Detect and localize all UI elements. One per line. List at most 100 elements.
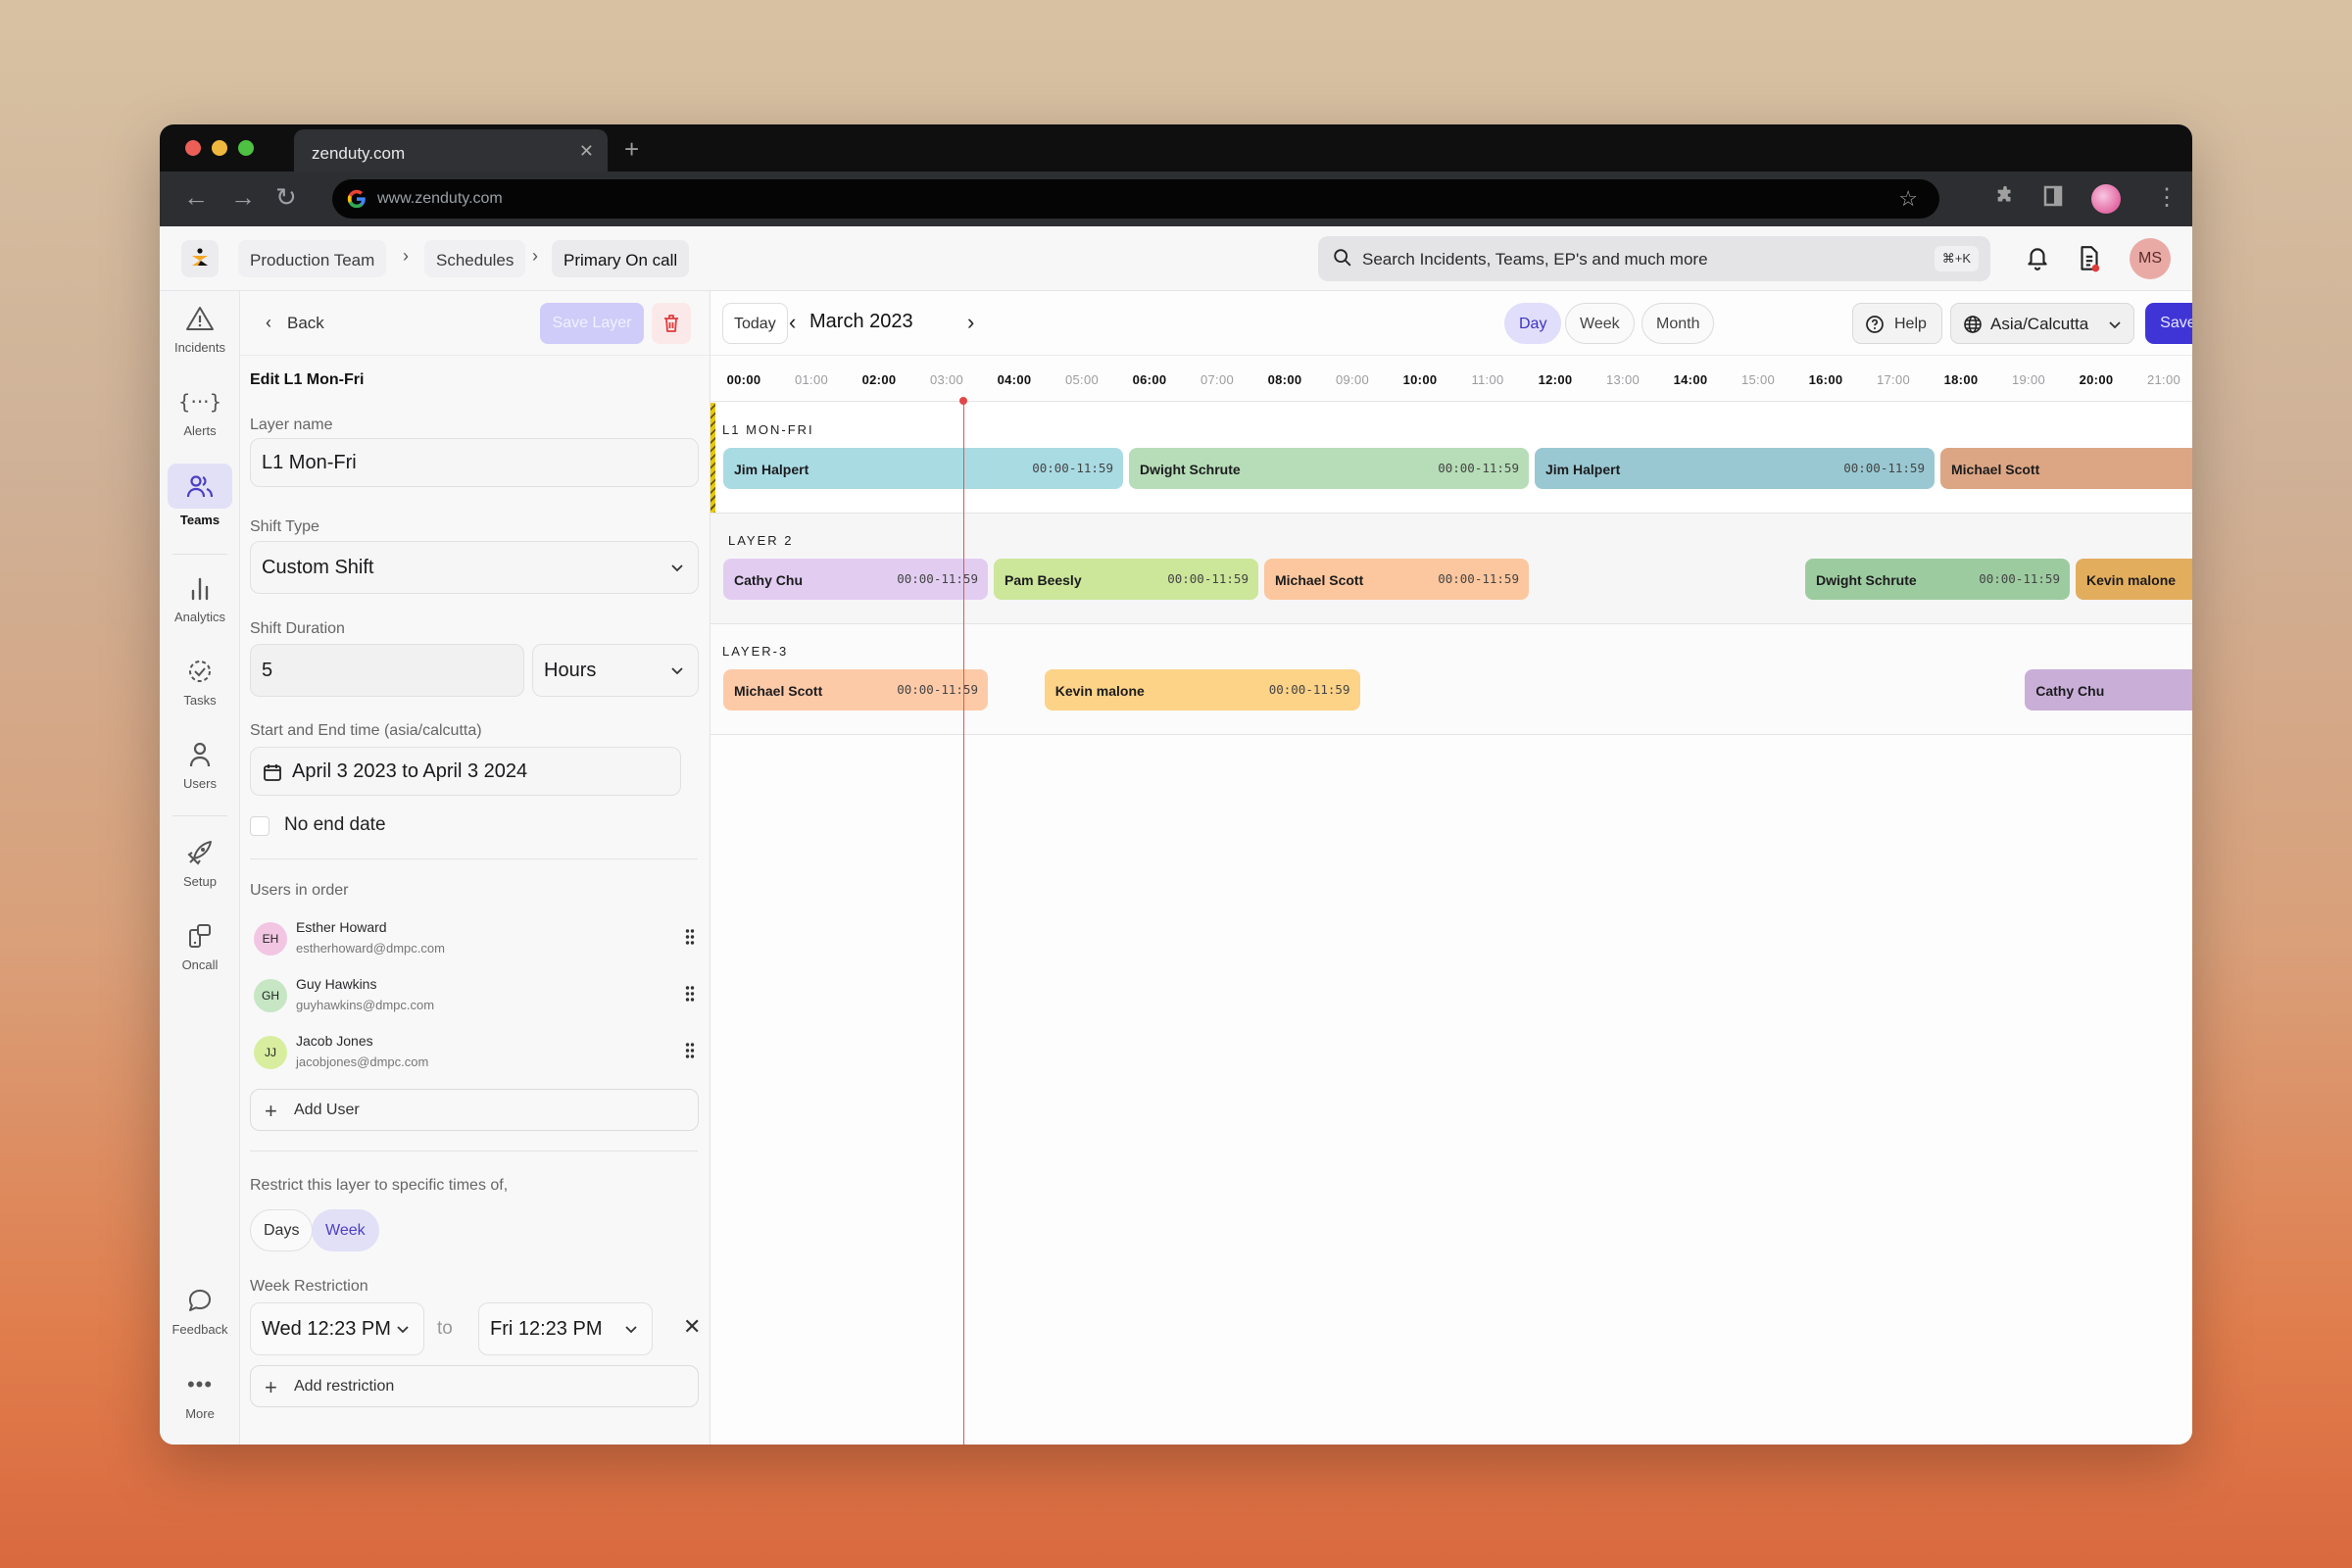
maximize-window-button[interactable] bbox=[238, 140, 254, 156]
shift-block[interactable]: Cathy Chu00:00-11:59 bbox=[2025, 669, 2192, 710]
nav-setup[interactable]: Setup bbox=[168, 835, 232, 889]
hour-tick-label: 02:00 bbox=[861, 372, 897, 387]
shift-assignee: Dwight Schrute bbox=[1816, 572, 1917, 588]
new-tab-icon[interactable]: + bbox=[624, 134, 639, 165]
hour-tick-label: 09:00 bbox=[1335, 372, 1370, 387]
view-month-button[interactable]: Month bbox=[1642, 303, 1715, 344]
today-button[interactable]: Today bbox=[722, 303, 788, 344]
oncall-icon bbox=[189, 924, 211, 948]
breadcrumb-primary-on-call[interactable]: Primary On call bbox=[552, 240, 690, 277]
user-list-item[interactable]: EH Esther Howard estherhoward@dmpc.com bbox=[254, 914, 695, 969]
search-icon bbox=[1334, 249, 1351, 267]
view-day-button[interactable]: Day bbox=[1504, 303, 1562, 344]
nav-incidents[interactable]: Incidents bbox=[168, 301, 232, 355]
shift-block[interactable]: Kevin malone00:00-11:59 bbox=[2076, 559, 2192, 600]
layer-name-input[interactable]: L1 Mon-Fri bbox=[250, 438, 699, 487]
shift-type-label: Shift Type bbox=[250, 518, 319, 535]
minimize-window-button[interactable] bbox=[212, 140, 227, 156]
breadcrumb-production-team[interactable]: Production Team bbox=[238, 240, 387, 277]
nav-alerts[interactable]: {···} Alerts bbox=[168, 384, 232, 438]
schedule-layer[interactable]: L1 MON-FRI Jim Halpert 00:00-11:59 Dwight S… bbox=[710, 403, 2192, 514]
shift-block[interactable]: Jim Halpert 00:00-11:59 bbox=[723, 448, 1123, 489]
shift-duration-input[interactable]: 5 bbox=[250, 644, 524, 697]
shift-block[interactable]: Cathy Chu00:00-11:59 bbox=[723, 559, 988, 600]
bookmark-star-icon[interactable]: ☆ bbox=[1898, 186, 1918, 212]
add-restriction-button[interactable]: + Add restriction bbox=[250, 1365, 699, 1407]
nav-label: More bbox=[185, 1406, 215, 1421]
no-end-date-checkbox[interactable] bbox=[250, 816, 270, 836]
zenduty-logo-icon bbox=[192, 248, 208, 266]
warning-icon bbox=[186, 307, 214, 330]
chevron-right-icon: › bbox=[532, 246, 538, 266]
time-ruler: 00:00 01:00 02:00 03:00 04:00 05:00 06:00 07:00… bbox=[710, 356, 2192, 402]
browser-profile-avatar[interactable] bbox=[2091, 184, 2121, 214]
add-user-button[interactable]: + Add User bbox=[250, 1089, 699, 1131]
drag-handle-icon[interactable] bbox=[685, 928, 695, 946]
save-schedules-button[interactable]: Save Schedules bbox=[2145, 303, 2192, 344]
next-month-icon[interactable]: › bbox=[967, 310, 974, 335]
global-search-input[interactable]: Search Incidents, Teams, EP's and much m… bbox=[1318, 236, 1990, 281]
schedule-layer[interactable]: LAYER-3 Michael Scott 00:00-11:59 Kevin mal… bbox=[710, 624, 2192, 735]
view-week-button[interactable]: Week bbox=[1565, 303, 1635, 344]
shift-block[interactable]: Pam Beesly 00:00-11:59 bbox=[994, 559, 1258, 600]
shift-block[interactable]: Dwight Schrute 00:00-11:59 bbox=[1805, 559, 2070, 600]
user-avatar[interactable]: MS bbox=[2130, 238, 2171, 279]
shift-block[interactable]: Michael Scott00:00-11:59 bbox=[1264, 559, 1529, 600]
restriction-to-select[interactable]: Fri 12:23 PM bbox=[478, 1302, 653, 1355]
back-button[interactable]: ‹ Back bbox=[266, 313, 324, 333]
nav-oncall[interactable]: Oncall bbox=[168, 918, 232, 972]
drag-handle-icon[interactable] bbox=[685, 1042, 695, 1059]
shift-block[interactable]: Dwight Schrute 00:00-11:59 bbox=[1129, 448, 1529, 489]
date-range-input[interactable]: April 3 2023 to April 3 2024 bbox=[250, 747, 681, 796]
browser-tab-bar: zenduty.com ✕ + bbox=[160, 124, 2192, 172]
nav-teams[interactable]: Teams bbox=[168, 464, 232, 527]
shift-type-select[interactable]: Custom Shift bbox=[250, 541, 699, 594]
shift-block[interactable]: Michael Scott00:00-11:59 bbox=[723, 669, 988, 710]
close-window-button[interactable] bbox=[185, 140, 201, 156]
shift-block[interactable]: Kevin malone00:00-11:59 bbox=[1044, 669, 1360, 710]
nav-tasks[interactable]: Tasks bbox=[168, 654, 232, 708]
side-panel-icon[interactable] bbox=[2043, 185, 2063, 213]
shift-block[interactable]: Jim Halpert 00:00-11:59 bbox=[1535, 448, 1935, 489]
user-icon bbox=[189, 742, 211, 767]
shift-duration-unit: Hours bbox=[544, 659, 597, 681]
previous-month-icon[interactable]: ‹ bbox=[789, 310, 796, 335]
changelog-document-icon[interactable] bbox=[2077, 244, 2102, 278]
user-email: estherhoward@dmpc.com bbox=[296, 941, 445, 956]
hour-tick-label: 03:00 bbox=[929, 372, 964, 387]
timezone-select[interactable]: Asia/Calcutta bbox=[1950, 303, 2134, 344]
nav-more[interactable]: ••• More bbox=[168, 1367, 232, 1421]
timezone-value: Asia/Calcutta bbox=[1990, 315, 2089, 333]
shift-block[interactable]: Michael Scott00:00-11:59 bbox=[1940, 448, 2192, 489]
user-list-item[interactable]: JJ Jacob Jones jacobjones@dmpc.com bbox=[254, 1028, 695, 1083]
restrict-week-chip[interactable]: Week bbox=[312, 1209, 379, 1251]
restriction-from-select[interactable]: Wed 12:23 PM bbox=[250, 1302, 424, 1355]
hour-tick-label: 08:00 bbox=[1267, 372, 1302, 387]
breadcrumb-schedules[interactable]: Schedules bbox=[424, 240, 526, 277]
close-tab-icon[interactable]: ✕ bbox=[579, 141, 594, 162]
browser-tab[interactable]: zenduty.com ✕ bbox=[294, 129, 608, 172]
zenduty-logo[interactable] bbox=[181, 240, 219, 277]
shift-time-range: 00:00-11:59 bbox=[1438, 461, 1519, 475]
user-list-item[interactable]: GH Guy Hawkins guyhawkins@dmpc.com bbox=[254, 971, 695, 1026]
browser-menu-icon[interactable]: ⋮ bbox=[2155, 183, 2179, 212]
notifications-bell-icon[interactable] bbox=[2025, 244, 2050, 276]
nav-users[interactable]: Users bbox=[168, 737, 232, 791]
drag-handle-icon[interactable] bbox=[685, 985, 695, 1003]
forward-arrow-icon[interactable]: → bbox=[230, 183, 256, 211]
nav-analytics[interactable]: Analytics bbox=[168, 570, 232, 624]
save-layer-button[interactable]: Save Layer bbox=[540, 303, 644, 344]
back-arrow-icon[interactable]: ← bbox=[183, 183, 209, 211]
chevron-right-icon: › bbox=[403, 246, 409, 266]
delete-layer-button[interactable] bbox=[652, 303, 691, 344]
help-button[interactable]: Help bbox=[1852, 303, 1942, 344]
address-bar[interactable]: www.zenduty.com ☆ bbox=[332, 179, 1939, 219]
schedule-layer[interactable]: LAYER 2 Cathy Chu 00:00-11:59 Pam Beesly 00:… bbox=[710, 514, 2192, 624]
restrict-days-chip[interactable]: Days bbox=[250, 1209, 314, 1251]
remove-restriction-icon[interactable]: ✕ bbox=[683, 1314, 701, 1340]
add-user-label: Add User bbox=[294, 1102, 360, 1118]
nav-feedback[interactable]: Feedback bbox=[168, 1283, 232, 1337]
reload-icon[interactable]: ↻ bbox=[275, 183, 297, 211]
extensions-puzzle-icon[interactable] bbox=[1994, 185, 2016, 213]
shift-duration-unit-select[interactable]: Hours bbox=[532, 644, 699, 697]
